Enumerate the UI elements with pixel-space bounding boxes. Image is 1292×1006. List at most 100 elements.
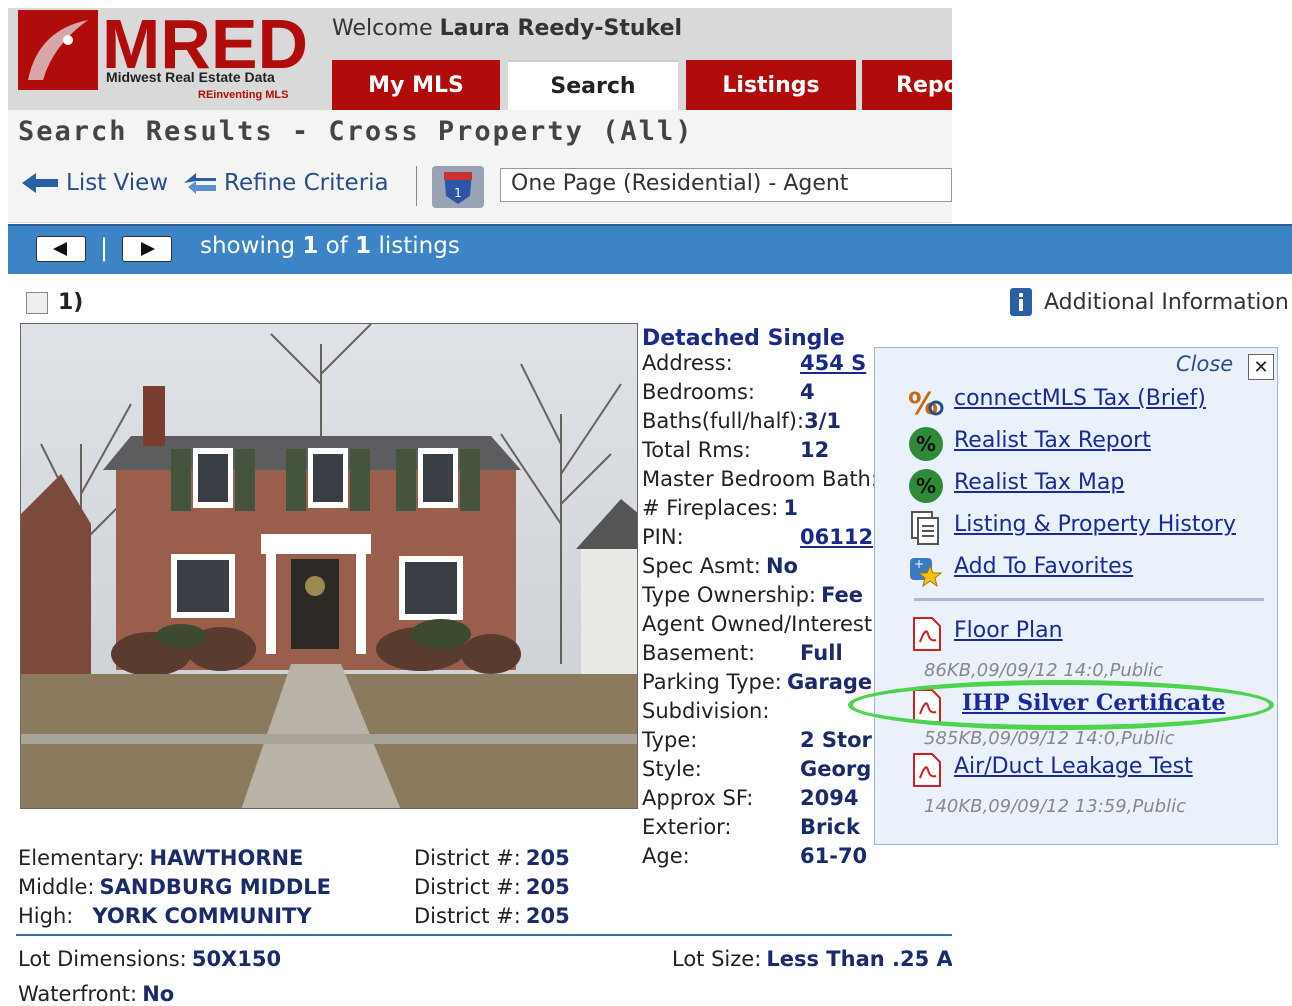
triangle-right-icon [141,242,155,256]
address-link[interactable]: 454 S [800,351,866,375]
add-to-favorites-link[interactable]: Add To Favorites [954,554,1133,579]
school-row-elementary: Elementary: HAWTHORNE District #: 205 [18,846,638,875]
close-label[interactable]: Close [1176,352,1233,376]
lot-dimensions-label: Lot Dimensions: [18,947,187,971]
refine-criteria-button[interactable]: Refine Criteria [182,170,389,196]
realist-tax-report-link[interactable]: Realist Tax Report [954,428,1151,453]
field-label: Agent Owned/Interest [642,612,873,636]
school-row-middle: Middle: SANDBURG MIDDLE District #: 205 [18,875,638,904]
waterfront-value: No [142,982,175,1006]
field-label: Bedrooms: [642,380,755,404]
listing-select-checkbox[interactable] [26,292,48,314]
school-label: Middle: [18,875,95,899]
triangle-left-icon [53,242,67,256]
waterfront-label: Waterfront: [18,982,138,1006]
field-label: Style: [642,757,702,781]
field-value: 12 [800,438,830,462]
highlight-ellipse [848,680,1274,730]
field-row-exterior: Exterior: Brick [642,815,874,844]
view-format-select[interactable]: One Page (Residential) - Agent [500,168,952,202]
field-value: Georg [800,757,872,781]
school-name: YORK COMMUNITY [92,904,312,928]
previous-listing-button[interactable] [36,236,86,262]
schools-table: Elementary: HAWTHORNE District #: 205 Mi… [18,846,638,933]
lot-size-value: Less Than .25 Ac [766,947,952,971]
welcome-prefix: Welcome [332,16,433,41]
tab-my-mls[interactable]: My MLS [332,60,500,110]
tab-listings[interactable]: Listings [686,60,856,110]
lot-dimensions-value: 50X150 [191,947,282,971]
field-row-pin: PIN: 06112 [642,525,874,554]
field-value: Full [800,641,843,665]
field-value: 3/1 [804,409,841,433]
svg-text:+: + [914,557,924,571]
connectmls-tax-link[interactable]: connectMLS Tax (Brief) [954,386,1206,411]
additional-info-label: Additional Information [1044,289,1289,315]
field-label: Baths(full/half): [642,409,805,433]
popup-separator [914,598,1264,601]
field-row-total-rooms: Total Rms: 12 [642,438,874,467]
route-shield-icon[interactable]: 1 [432,166,484,208]
district-label: District #: [414,904,521,928]
document-icon [908,510,944,546]
mred-logo[interactable]: MRED Midwest Real Estate Data REinventin… [18,5,318,106]
list-view-button[interactable]: List View [20,170,168,196]
refine-criteria-label: Refine Criteria [224,170,389,196]
logo-subtitle: Midwest Real Estate Data [106,69,275,85]
field-label: PIN: [642,525,684,549]
view-format-value: One Page (Residential) - Agent [511,171,849,196]
nav-separator: | [100,234,109,262]
property-photo[interactable] [20,323,638,809]
field-value: No [765,554,798,578]
logo-tagline: REinventing MLS [198,89,288,101]
floor-plan-meta: 86KB,09/09/12 14:0,Public [924,660,1164,681]
field-row-parking: Parking Type: Garage [642,670,874,699]
field-value: Fee [821,583,864,607]
lot-size: Lot Size: Less Than .25 Ac [672,947,952,971]
field-label: Spec Asmt: [642,554,761,578]
ihp-certificate-meta: 585KB,09/09/12 14:0,Public [924,728,1175,749]
percent-icon: % [908,426,944,462]
list-view-label: List View [66,170,169,196]
field-label: Type Ownership: [642,583,816,607]
toolbar-divider [416,166,417,206]
arrow-left-stacked-icon [184,173,216,194]
listing-property-history-link[interactable]: Listing & Property History [954,512,1236,537]
field-row-type: Type: 2 Stor [642,728,874,757]
favorites-icon: + [908,552,944,588]
district-value: 205 [525,846,570,870]
field-row-style: Style: Georg [642,757,874,786]
air-duct-leakage-test-link[interactable]: Air/Duct Leakage Test [954,754,1193,779]
field-value: 4 [800,380,815,404]
field-value: 2094 [800,786,859,810]
close-button[interactable]: ✕ [1248,354,1274,380]
field-row-agent-owned: Agent Owned/Interest [642,612,874,641]
showing-current: 1 [302,233,319,259]
next-listing-button[interactable] [122,236,172,262]
pdf-icon [908,616,944,652]
field-label: Subdivision: [642,699,770,723]
field-label: Address: [642,351,733,375]
property-type: Detached Single [642,326,845,351]
realist-tax-map-link[interactable]: Realist Tax Map [954,470,1124,495]
waterfront: Waterfront: No [18,982,174,1006]
field-label: Master Bedroom Bath: [642,467,874,491]
field-row-ownership: Type Ownership: Fee [642,583,874,612]
field-label: Parking Type: [642,670,782,694]
showing-count: showing 1 of 1 listings [200,233,460,259]
tab-label: Repo [896,72,952,98]
school-name: SANDBURG MIDDLE [99,875,332,899]
field-value: 61-70 [800,844,868,868]
district-label: District #: [414,846,521,870]
tab-search[interactable]: Search [508,60,678,110]
field-row-address: Address: 454 S [642,351,874,380]
additional-information-link[interactable]: Additional Information [1008,288,1289,316]
pin-link[interactable]: 06112 [800,525,873,549]
tab-label: Listings [722,72,820,98]
user-name: Laura Reedy-Stukel [439,16,683,41]
close-icon: ✕ [1253,356,1269,378]
tab-reports[interactable]: Repo [862,60,952,110]
field-label: Age: [642,844,690,868]
district-label: District #: [414,875,521,899]
floor-plan-link[interactable]: Floor Plan [954,618,1063,643]
